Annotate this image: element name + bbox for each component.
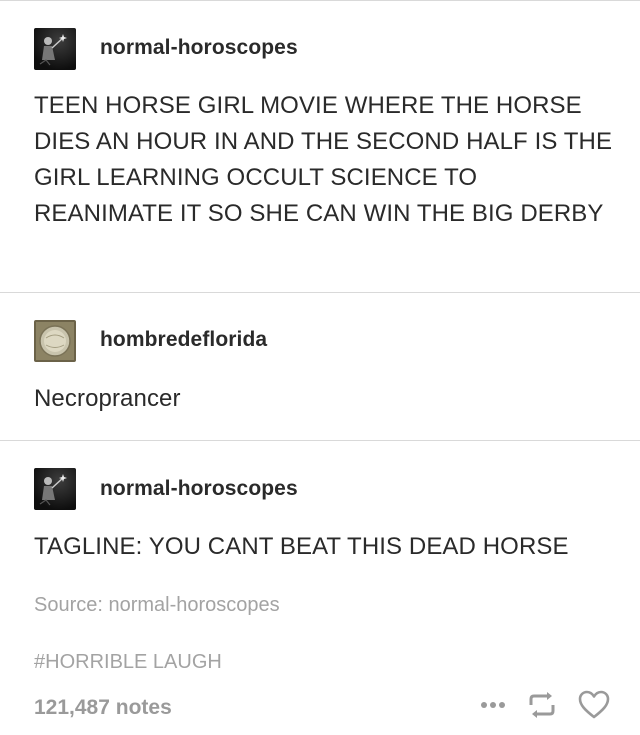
post-username[interactable]: hombredeflorida (100, 328, 267, 352)
post-1: normal-horoscopes TEEN HORSE GIRL MOVIE … (0, 0, 640, 292)
heart-icon[interactable] (578, 690, 610, 719)
source-link[interactable]: Source: normal-horoscopes (34, 594, 280, 617)
post-tag[interactable]: #HORRIBLE LAUGH (34, 651, 222, 674)
post-body: TAGLINE: YOU CANT BEAT THIS DEAD HORSE (34, 533, 569, 560)
post-username[interactable]: normal-horoscopes (100, 36, 298, 60)
avatar-normal-horoscopes[interactable] (34, 28, 76, 70)
post-body: TEEN HORSE GIRL MOVIE WHERE THE HORSE DI… (34, 92, 613, 227)
post-body: Necroprancer (34, 385, 181, 412)
post-username[interactable]: normal-horoscopes (100, 477, 298, 501)
reblog-icon[interactable] (526, 691, 558, 719)
avatar-normal-horoscopes[interactable] (34, 468, 76, 510)
notes-count[interactable]: 121,487 notes (34, 696, 172, 720)
post-actions (480, 690, 610, 719)
avatar-hombredeflorida[interactable] (34, 320, 76, 362)
post-2: hombredeflorida Necroprancer (0, 293, 640, 440)
more-dots-icon[interactable] (480, 701, 506, 709)
post-3: normal-horoscopes TAGLINE: YOU CANT BEAT… (0, 441, 640, 581)
